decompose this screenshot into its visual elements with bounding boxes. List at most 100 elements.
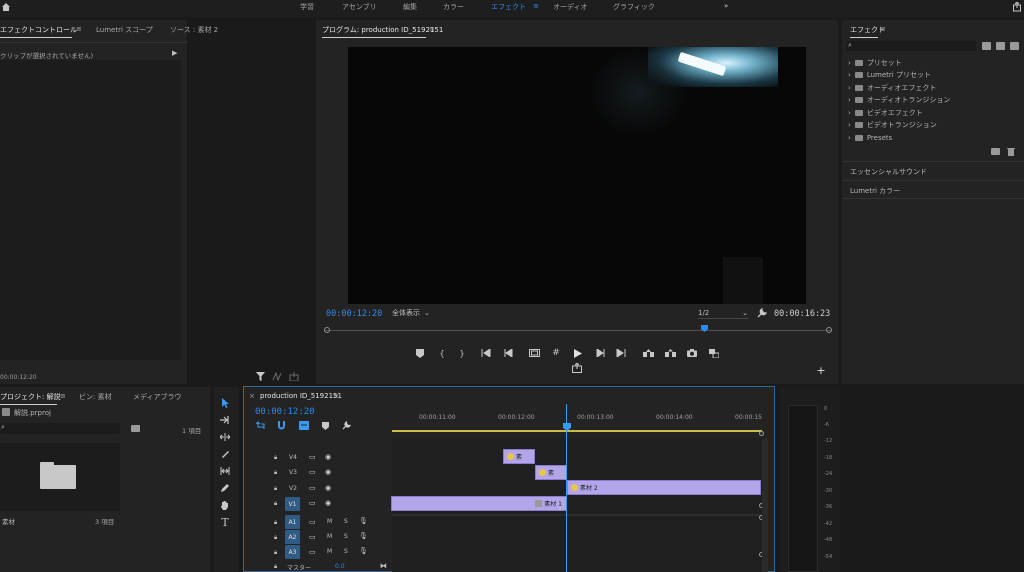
scrub-end-handle[interactable] — [826, 327, 832, 333]
eye-icon[interactable]: ◉ — [325, 453, 331, 461]
tree-item-video-effects[interactable]: › ビデオエフェクト — [848, 107, 923, 119]
linked-selection-icon[interactable] — [299, 421, 309, 430]
sync-lock-icon[interactable]: ▭ — [309, 468, 316, 476]
mute-button[interactable]: M — [327, 533, 332, 540]
microphone-icon[interactable]: 🎙︎ — [359, 547, 368, 555]
workspace-learn[interactable]: 学習 — [300, 2, 314, 12]
program-current-timecode[interactable]: 00:00:12:20 — [326, 309, 382, 319]
pen-tool-icon[interactable] — [218, 481, 232, 495]
sync-lock-icon[interactable]: ▭ — [309, 484, 316, 492]
work-area-bar[interactable] — [392, 430, 762, 432]
yuv-effects-icon[interactable] — [1010, 42, 1019, 50]
export-frame-icon[interactable] — [289, 372, 299, 381]
resolution-dropdown[interactable]: 1/2 ⌄ — [698, 307, 748, 319]
track-target-v1[interactable]: V1 — [285, 497, 300, 511]
lift-icon[interactable] — [641, 347, 655, 359]
workspace-effects[interactable]: エフェクト — [491, 2, 526, 12]
tree-item-custom-presets[interactable]: › Presets — [848, 132, 892, 144]
clip-v2[interactable]: 素材 2 — [567, 480, 761, 495]
workspace-assembly[interactable]: アセンブリ — [342, 2, 377, 12]
program-monitor-title[interactable]: プログラム: production ID_5192151 — [322, 25, 443, 35]
add-marker-icon[interactable] — [413, 347, 427, 359]
lock-icon[interactable]: 🔒︎ — [274, 534, 277, 542]
export-button-icon[interactable] — [570, 362, 584, 374]
wrench-icon[interactable] — [757, 308, 767, 318]
lock-icon[interactable]: 🔒︎ — [274, 469, 277, 477]
timeline-close-icon[interactable]: × — [249, 392, 255, 400]
clip-v4[interactable]: 素 — [503, 449, 535, 464]
mark-in-icon[interactable]: { — [435, 347, 449, 359]
camera-icon[interactable] — [685, 347, 699, 359]
essential-sound-panel[interactable]: エッセンシャルサウンド — [850, 167, 927, 177]
lock-icon[interactable]: 🔒︎ — [274, 485, 277, 493]
program-menu-icon[interactable]: ≡ — [429, 25, 435, 33]
lock-icon[interactable]: 🔒︎ — [274, 563, 277, 571]
tab-project[interactable]: プロジェクト: 解説 — [0, 392, 61, 402]
workspace-menu-icon[interactable]: ≡ — [533, 2, 539, 10]
bin-filter-icon[interactable] — [131, 425, 140, 432]
32bit-effects-icon[interactable] — [996, 42, 1005, 50]
razor-tool-icon[interactable] — [218, 447, 232, 461]
tree-item-audio-effects[interactable]: › オーディオエフェクト — [848, 82, 936, 94]
extract-icon[interactable] — [663, 347, 677, 359]
go-to-out-icon[interactable] — [614, 347, 628, 359]
track-target-a3[interactable]: A3 — [285, 545, 300, 559]
bin-name[interactable]: 素材 — [2, 516, 15, 526]
microphone-icon[interactable]: 🎙︎ — [359, 517, 368, 525]
eye-icon[interactable]: ◉ — [325, 468, 331, 476]
hand-tool-icon[interactable] — [218, 498, 232, 512]
zoom-handle[interactable] — [759, 431, 764, 436]
eye-icon[interactable]: ◉ — [325, 484, 331, 492]
ripple-icon[interactable] — [272, 372, 282, 381]
microphone-icon[interactable]: 🎙︎ — [359, 532, 368, 540]
solo-button[interactable]: S — [344, 548, 348, 555]
trash-icon[interactable] — [1007, 147, 1015, 156]
more-workspaces-icon[interactable]: » — [724, 2, 728, 10]
export-icon[interactable] — [1012, 2, 1022, 12]
add-marker-icon[interactable] — [322, 422, 329, 430]
fit-dropdown[interactable]: 全体表示 ⌄ — [392, 307, 444, 319]
timeline-vertical-scrollbar[interactable] — [762, 438, 768, 572]
effects-search-input[interactable]: ⌕ — [846, 41, 976, 51]
master-value[interactable]: 0.0 — [335, 563, 345, 570]
tab-bin[interactable]: ビン: 素材 — [79, 392, 112, 402]
mute-button[interactable]: M — [327, 548, 332, 555]
timeline-menu-icon[interactable]: ≡ — [333, 392, 339, 400]
accelerated-effects-icon[interactable] — [982, 42, 991, 50]
type-tool-icon[interactable]: T — [218, 515, 232, 529]
mute-button[interactable]: M — [327, 518, 332, 525]
button-editor-plus-icon[interactable]: + — [814, 364, 828, 377]
snap-magnet-icon[interactable] — [277, 421, 286, 430]
comparison-view-icon[interactable] — [707, 347, 721, 359]
slip-tool-icon[interactable] — [218, 464, 232, 478]
eye-icon[interactable]: ◉ — [325, 499, 331, 507]
track-target-a1[interactable]: A1 — [285, 515, 300, 529]
sync-lock-icon[interactable]: ▭ — [309, 533, 316, 541]
sync-lock-icon[interactable]: ▭ — [309, 548, 316, 556]
sync-lock-icon[interactable]: ▭ — [309, 453, 316, 461]
tree-item-lumetri-presets[interactable]: › Lumetri プリセット — [848, 69, 931, 81]
grid-icon[interactable]: # — [549, 347, 563, 359]
workspace-edit[interactable]: 編集 — [403, 2, 417, 12]
lock-icon[interactable]: 🔒︎ — [274, 519, 277, 527]
effects-menu-icon[interactable]: ≡ — [880, 25, 886, 33]
tab-lumetri-scopes[interactable]: Lumetri スコープ — [96, 25, 153, 35]
master-nav-icon[interactable]: ⧓ — [380, 562, 387, 570]
workspace-audio[interactable]: オーディオ — [553, 2, 588, 12]
project-menu-icon[interactable]: ≡ — [60, 392, 66, 400]
play-icon[interactable] — [571, 347, 585, 359]
timeline-playhead-line[interactable] — [566, 404, 567, 572]
workspace-graphics[interactable]: グラフィック — [613, 2, 655, 12]
safe-margins-icon[interactable] — [527, 347, 541, 359]
lock-icon[interactable]: 🔒︎ — [274, 500, 277, 508]
program-scrub-bar[interactable] — [324, 325, 832, 337]
solo-button[interactable]: S — [344, 533, 348, 540]
tree-item-video-transitions[interactable]: › ビデオトランジション — [848, 119, 937, 131]
filter-icon[interactable] — [256, 372, 265, 381]
step-back-icon[interactable] — [501, 347, 515, 359]
clip-v1[interactable]: 素材 1 — [391, 496, 567, 511]
clip-v3[interactable]: 素 — [535, 465, 567, 480]
tab-source[interactable]: ソース : 素材 2 — [170, 25, 218, 35]
go-to-in-icon[interactable] — [479, 347, 493, 359]
workspace-color[interactable]: カラー — [443, 2, 464, 12]
